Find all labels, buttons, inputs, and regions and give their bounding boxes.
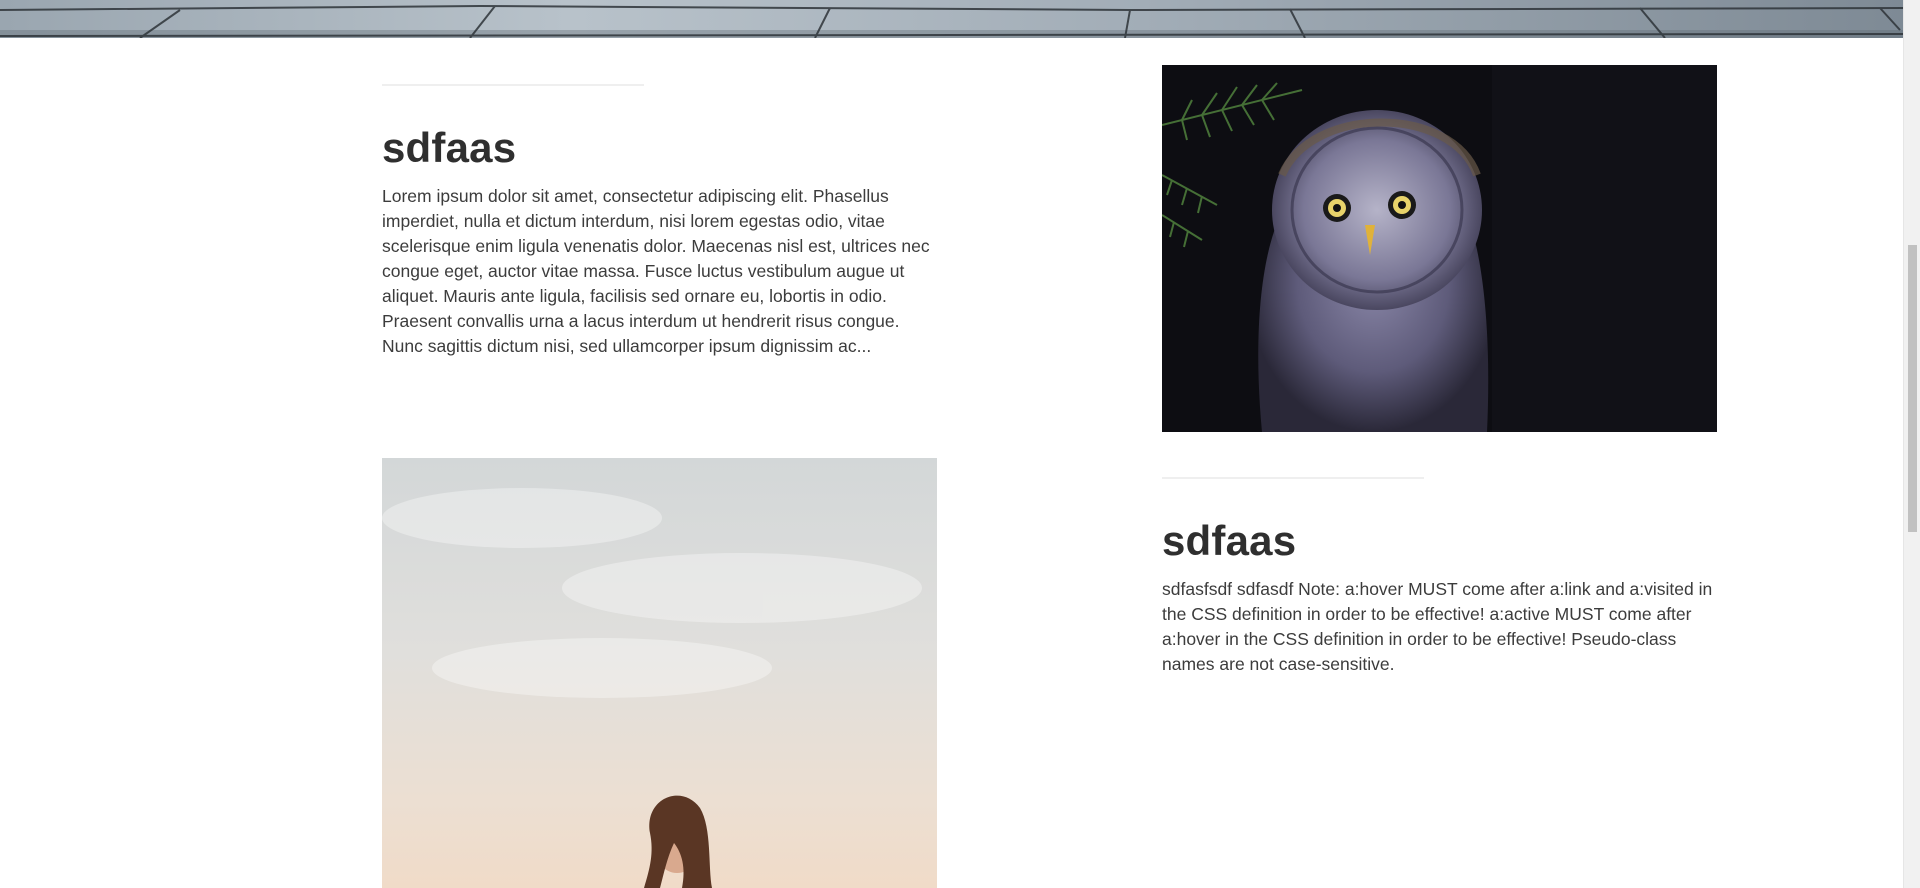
woman-photo	[382, 458, 937, 888]
post-excerpt: sdfasfsdf sdfasdf Note: a:hover MUST com…	[1162, 579, 1713, 675]
post-excerpt: Lorem ipsum dolor sit amet, consectetur …	[382, 186, 930, 357]
page: sdfaas Lorem ipsum dolor sit amet, conse…	[0, 0, 1920, 888]
post-title[interactable]: sdfaas	[1162, 518, 1722, 563]
scrollbar-thumb[interactable]	[1908, 245, 1917, 532]
post-text-block: sdfaas sdfasfsdf sdfasdf Note: a:hover M…	[1162, 477, 1722, 677]
vertical-scrollbar[interactable]	[1903, 0, 1920, 888]
owl-image[interactable]	[1162, 65, 1717, 432]
post-title[interactable]: sdfaas	[382, 125, 942, 170]
title-divider	[1162, 477, 1424, 479]
post-text-block: sdfaas Lorem ipsum dolor sit amet, conse…	[382, 84, 942, 359]
hero-pavement-image	[0, 0, 1904, 38]
title-divider	[382, 84, 644, 86]
woman-image[interactable]	[382, 458, 937, 888]
owl-photo	[1162, 65, 1717, 432]
hero-image-strip	[0, 0, 1904, 38]
